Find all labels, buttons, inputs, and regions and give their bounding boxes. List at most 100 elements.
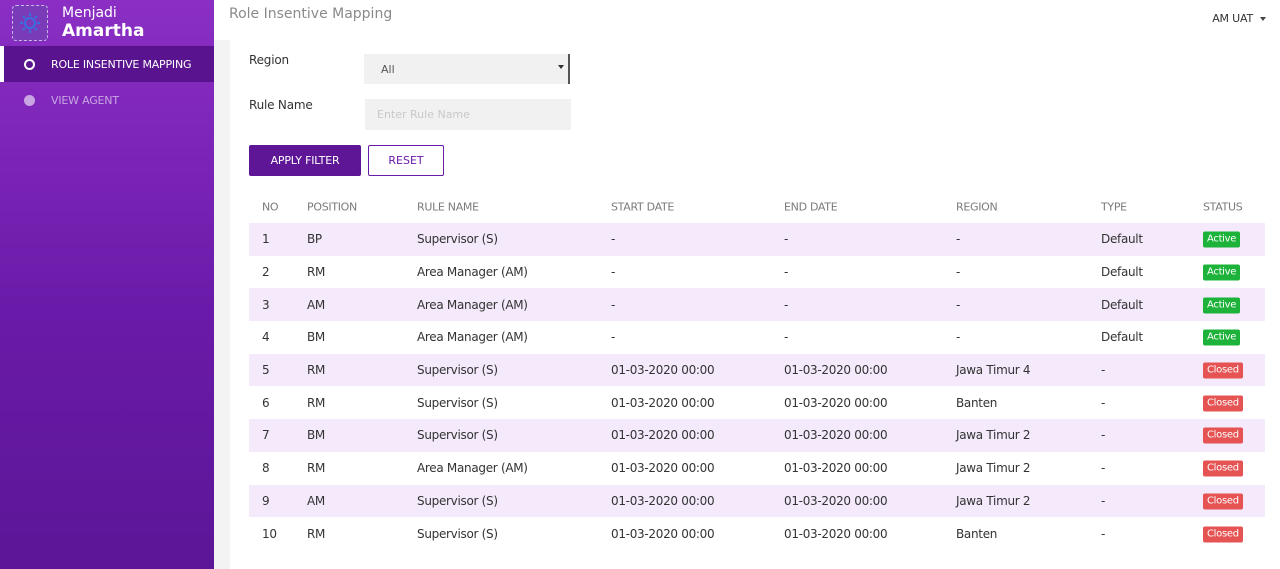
header-start-date: START DATE [611,200,675,214]
cell-end-date: 01-03-2020 00:00 [784,493,888,508]
sidebar-item-label: ROLE INSENTIVE MAPPING [51,57,192,71]
cell-type: - [1101,363,1106,378]
cell-region: Jawa Timur 4 [956,363,1031,378]
cell-position: RM [307,363,326,378]
status-badge: Closed [1203,460,1243,477]
chevron-down-icon [1260,16,1266,21]
header-rule-name: RULE NAME [417,200,479,214]
table-row[interactable]: 9 AM Supervisor (S) 01-03-2020 00:00 01-03-2… [249,484,1265,518]
cell-status: Closed [1203,492,1243,510]
header-status: STATUS [1203,200,1243,214]
status-badge: Active [1203,231,1241,248]
cell-position: AM [307,297,325,312]
cell-no: 5 [262,363,270,378]
cell-start-date: 01-03-2020 00:00 [611,461,715,476]
cell-no: 1 [262,232,270,247]
table-row[interactable]: 5 RM Supervisor (S) 01-03-2020 00:00 01-03-2… [249,353,1265,387]
cell-region: Jawa Timur 2 [956,428,1031,443]
status-badge: Closed [1203,493,1243,510]
cell-no: 7 [262,428,270,443]
cell-type: - [1101,493,1106,508]
brand[interactable]: Menjadi Amartha [0,0,214,46]
cell-type: - [1101,395,1106,410]
cell-type: Default [1101,297,1143,312]
table-row[interactable]: 4 BM Area Manager (AM) - - - Default Active [249,321,1265,354]
cell-status: Active [1203,231,1241,248]
brand-name: Menjadi Amartha [62,6,144,40]
cell-start-date: - [611,265,616,280]
table-row[interactable]: 6 RM Supervisor (S) 01-03-2020 00:00 01-03-2… [249,386,1265,419]
cell-start-date: 01-03-2020 00:00 [611,526,715,541]
cell-position: BM [307,330,325,345]
status-badge: Closed [1203,362,1243,379]
cell-end-date: - [784,265,789,280]
cell-start-date: 01-03-2020 00:00 [611,493,715,508]
sidebar-item-label: VIEW AGENT [51,93,119,107]
cell-status: Closed [1203,427,1243,444]
cell-region: - [956,265,961,280]
cell-no: 6 [262,395,270,410]
user-menu[interactable]: AM UAT [1212,12,1266,25]
brand-line2: Amartha [62,21,145,41]
cell-start-date: 01-03-2020 00:00 [611,363,715,378]
cell-no: 4 [262,330,270,345]
sidebar-item-view-agent[interactable]: VIEW AGENT [0,82,214,118]
table-row[interactable]: 10 RM Supervisor (S) 01-03-2020 00:00 01-03-… [249,517,1265,550]
sidebar-item-role-insentive-mapping[interactable]: ROLE INSENTIVE MAPPING [0,46,214,82]
sun-gear-icon [12,5,48,41]
cell-region: Banten [956,526,998,541]
cell-start-date: - [611,232,616,247]
cell-rule-name: Supervisor (S) [417,493,498,508]
cell-end-date: 01-03-2020 00:00 [784,363,888,378]
header-region: REGION [956,200,998,214]
cell-no: 9 [262,493,270,508]
status-badge: Active [1203,297,1241,314]
header-position: POSITION [307,200,357,214]
region-label: Region [249,53,289,67]
status-badge: Closed [1203,526,1243,543]
table-row[interactable]: 7 BM Supervisor (S) 01-03-2020 00:00 01-03-2… [249,419,1265,452]
table-row[interactable]: 2 RM Area Manager (AM) - - - Default Active [249,256,1265,289]
status-badge: Active [1203,329,1241,346]
cell-region: Banten [956,395,998,410]
user-name: AM UAT [1212,12,1253,25]
cell-position: RM [307,526,326,541]
sidebar: Menjadi Amartha ROLE INSENTIVE MAPPING V… [0,0,214,569]
apply-filter-button[interactable]: APPLY FILTER [249,145,361,176]
cell-end-date: 01-03-2020 00:00 [784,461,888,476]
table-row[interactable]: 1 BP Supervisor (S) - - - Default Active [249,223,1265,256]
cell-position: RM [307,461,326,476]
region-select-value: All [381,63,395,76]
chevron-down-icon [558,65,564,69]
cell-rule-name: Supervisor (S) [417,395,498,410]
reset-button[interactable]: RESET [368,145,444,176]
cell-rule-name: Supervisor (S) [417,232,498,247]
cell-end-date: - [784,297,789,312]
cell-end-date: 01-03-2020 00:00 [784,395,888,410]
agent-icon [24,94,35,106]
cell-type: - [1101,526,1106,541]
cell-position: BP [307,232,322,247]
cell-no: 2 [262,265,270,280]
topbar: Role Insentive Mapping AM UAT [214,0,1280,40]
cell-position: AM [307,493,325,508]
cell-status: Closed [1203,394,1243,412]
table-body: 1 BP Supervisor (S) - - - Default Active 2 RM Area… [249,223,1265,550]
role-insentive-table: NO POSITION RULE NAME START DATE END DAT… [249,191,1265,550]
cell-no: 8 [262,461,270,476]
header-no: NO [262,200,279,214]
table-header-row: NO POSITION RULE NAME START DATE END DAT… [249,191,1265,223]
cell-rule-name: Supervisor (S) [417,526,498,541]
cell-type: - [1101,428,1106,443]
rule-name-input[interactable] [365,99,571,130]
cell-rule-name: Supervisor (S) [417,363,498,378]
cell-type: Default [1101,265,1143,280]
table-row[interactable]: 3 AM Area Manager (AM) - - - Default Active [249,288,1265,322]
cell-position: RM [307,265,326,280]
table-row[interactable]: 8 RM Area Manager (AM) 01-03-2020 00:00 01-0… [249,452,1265,485]
cell-position: BM [307,428,325,443]
status-badge: Closed [1203,427,1243,444]
region-select[interactable]: All [364,54,570,84]
cell-start-date: - [611,330,616,345]
cell-rule-name: Area Manager (AM) [417,265,528,280]
